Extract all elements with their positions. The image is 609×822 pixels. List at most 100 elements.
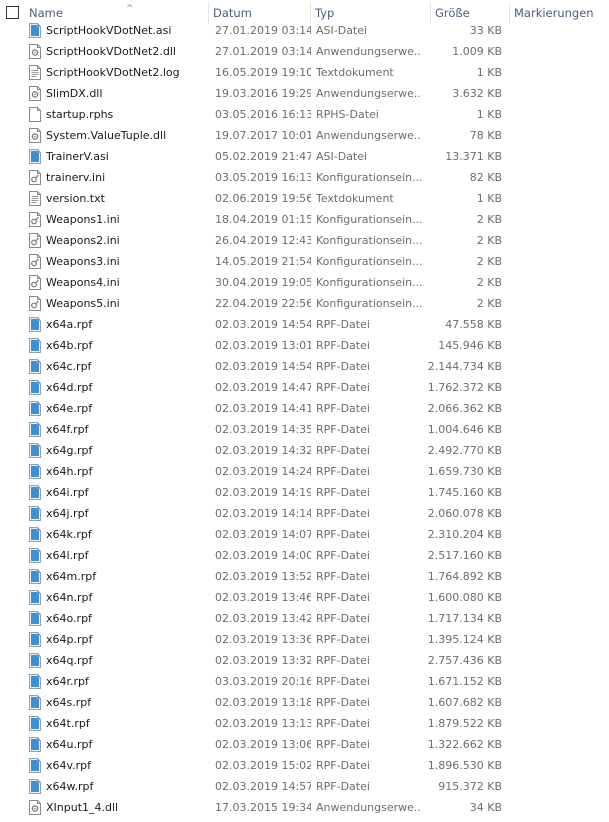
file-name: x64f.rpf	[46, 423, 89, 436]
file-row[interactable]: ScriptHookVDotNet2.log 16.05.2019 19:10 Te…	[0, 62, 609, 83]
file-row[interactable]: trainerv.ini 03.05.2019 16:13 Konfiguratio…	[0, 167, 609, 188]
column-type-label: Typ	[315, 6, 335, 20]
file-name: x64k.rpf	[46, 528, 92, 541]
file-name: ScriptHookVDotNet2.log	[46, 66, 180, 79]
file-row[interactable]: x64w.rpf 02.03.2019 14:57 RPF-Datei 915.372…	[0, 776, 609, 797]
file-row[interactable]: Weapons4.ini 30.04.2019 19:05 Konfiguratio…	[0, 272, 609, 293]
file-row[interactable]: SlimDX.dll 19.03.2016 19:29 Anwendungserwe…	[0, 83, 609, 104]
file-row[interactable]: x64l.rpf 02.03.2019 14:00 RPF-Datei 2.517.1…	[0, 545, 609, 566]
column-name-label: Name	[29, 6, 63, 20]
file-row[interactable]: x64h.rpf 02.03.2019 14:24 RPF-Datei 1.659.7…	[0, 461, 609, 482]
file-row[interactable]: x64e.rpf 02.03.2019 14:41 RPF-Datei 2.066.3…	[0, 398, 609, 419]
file-type: RPF-Datei	[316, 381, 370, 394]
file-type: Anwendungserwe...	[316, 45, 422, 58]
blue-file-icon	[29, 527, 41, 542]
file-size: 82 KB	[469, 171, 502, 184]
file-row[interactable]: ScriptHookVDotNet.asi 27.01.2019 03:14 ASI…	[0, 20, 609, 41]
file-type: RPF-Datei	[316, 738, 370, 751]
file-type: RPF-Datei	[316, 465, 370, 478]
file-row[interactable]: x64m.rpf 02.03.2019 13:52 RPF-Datei 1.764.8…	[0, 566, 609, 587]
file-size: 34 KB	[469, 801, 502, 814]
file-type: Konfigurationsein...	[316, 213, 422, 226]
file-date: 02.03.2019 13:46	[215, 591, 311, 604]
file-row[interactable]: x64f.rpf 02.03.2019 14:35 RPF-Datei 1.004.6…	[0, 419, 609, 440]
file-date: 02.03.2019 14:35	[215, 423, 311, 436]
file-row[interactable]: x64p.rpf 02.03.2019 13:36 RPF-Datei 1.395.1…	[0, 629, 609, 650]
file-type: RPF-Datei	[316, 318, 370, 331]
file-name: startup.rphs	[46, 108, 114, 121]
file-name: Weapons4.ini	[46, 276, 120, 289]
file-row[interactable]: TrainerV.asi 05.02.2019 21:47 ASI-Datei 13.…	[0, 146, 609, 167]
file-name: x64u.rpf	[46, 738, 93, 751]
file-row[interactable]: x64s.rpf 02.03.2019 13:18 RPF-Datei 1.607.6…	[0, 692, 609, 713]
file-type: RPF-Datei	[316, 507, 370, 520]
file-row[interactable]: x64t.rpf 02.03.2019 13:13 RPF-Datei 1.879.5…	[0, 713, 609, 734]
file-name: x64h.rpf	[46, 465, 93, 478]
file-date: 02.03.2019 14:32	[215, 444, 311, 457]
file-row[interactable]: x64d.rpf 02.03.2019 14:47 RPF-Datei 1.762.3…	[0, 377, 609, 398]
file-name: Weapons1.ini	[46, 213, 120, 226]
blue-file-icon	[29, 317, 41, 332]
file-type: Konfigurationsein...	[316, 255, 422, 268]
file-name: x64v.rpf	[46, 759, 92, 772]
blue-file-icon	[29, 359, 41, 374]
file-row[interactable]: x64r.rpf 03.03.2019 20:16 RPF-Datei 1.671.1…	[0, 671, 609, 692]
file-size: 2 KB	[476, 276, 502, 289]
file-row[interactable]: System.ValueTuple.dll 19.07.2017 10:01 Anw…	[0, 125, 609, 146]
file-type: RPF-Datei	[316, 780, 370, 793]
file-date: 02.03.2019 14:54	[215, 360, 311, 373]
file-row[interactable]: x64g.rpf 02.03.2019 14:32 RPF-Datei 2.492.7…	[0, 440, 609, 461]
gear-file-icon	[29, 800, 41, 815]
file-row[interactable]: Weapons2.ini 26.04.2019 12:43 Konfiguratio…	[0, 230, 609, 251]
file-type: RPF-Datei	[316, 339, 370, 352]
blue-file-icon	[29, 716, 41, 731]
file-row[interactable]: ScriptHookVDotNet2.dll 27.01.2019 03:14 An…	[0, 41, 609, 62]
file-size: 1.762.372 KB	[427, 381, 502, 394]
file-type: RPF-Datei	[316, 759, 370, 772]
file-date: 02.03.2019 13:18	[215, 696, 311, 709]
file-date: 02.03.2019 14:47	[215, 381, 311, 394]
select-all-checkbox[interactable]	[6, 6, 19, 19]
config-file-icon	[29, 212, 41, 227]
blue-file-icon	[29, 653, 41, 668]
blue-file-icon	[29, 758, 41, 773]
file-row[interactable]: x64i.rpf 02.03.2019 14:19 RPF-Datei 1.745.1…	[0, 482, 609, 503]
gear-file-icon	[29, 44, 41, 59]
file-row[interactable]: Weapons5.ini 22.04.2019 22:56 Konfiguratio…	[0, 293, 609, 314]
file-row[interactable]: x64k.rpf 02.03.2019 14:07 RPF-Datei 2.310.2…	[0, 524, 609, 545]
file-size: 1.717.134 KB	[427, 612, 502, 625]
file-size: 2 KB	[476, 297, 502, 310]
file-row[interactable]: version.txt 02.06.2019 19:56 Textdokument 1…	[0, 188, 609, 209]
file-row[interactable]: x64b.rpf 02.03.2019 13:01 RPF-Datei 145.946…	[0, 335, 609, 356]
file-type: ASI-Datei	[316, 150, 368, 163]
file-name: x64r.rpf	[46, 675, 89, 688]
file-row[interactable]: startup.rphs 03.05.2016 16:13 RPHS-Datei 1 …	[0, 104, 609, 125]
file-row[interactable]: x64o.rpf 02.03.2019 13:42 RPF-Datei 1.717.1…	[0, 608, 609, 629]
file-date: 18.04.2019 01:15	[215, 213, 311, 226]
file-row[interactable]: x64n.rpf 02.03.2019 13:46 RPF-Datei 1.600.0…	[0, 587, 609, 608]
file-row[interactable]: Weapons3.ini 14.05.2019 21:54 Konfiguratio…	[0, 251, 609, 272]
file-type: RPF-Datei	[316, 402, 370, 415]
file-size: 1.745.160 KB	[427, 486, 502, 499]
file-type: RPF-Datei	[316, 570, 370, 583]
file-date: 19.07.2017 10:01	[215, 129, 311, 142]
file-type: Textdokument	[316, 66, 394, 79]
blue-file-icon	[29, 695, 41, 710]
file-date: 03.03.2019 20:16	[215, 675, 311, 688]
file-row[interactable]: XInput1_4.dll 17.03.2015 19:34 Anwendungse…	[0, 797, 609, 818]
file-row[interactable]: x64a.rpf 02.03.2019 14:54 RPF-Datei 47.558 …	[0, 314, 609, 335]
sort-ascending-icon: ^	[126, 4, 134, 14]
file-date: 02.03.2019 14:07	[215, 528, 311, 541]
file-type: RPF-Datei	[316, 591, 370, 604]
file-row[interactable]: x64q.rpf 02.03.2019 13:32 RPF-Datei 2.757.4…	[0, 650, 609, 671]
file-row[interactable]: x64j.rpf 02.03.2019 14:14 RPF-Datei 2.060.0…	[0, 503, 609, 524]
blue-file-icon	[29, 737, 41, 752]
file-row[interactable]: x64c.rpf 02.03.2019 14:54 RPF-Datei 2.144.7…	[0, 356, 609, 377]
file-row[interactable]: Weapons1.ini 18.04.2019 01:15 Konfiguratio…	[0, 209, 609, 230]
file-size: 1.395.124 KB	[427, 633, 502, 646]
blue-file-icon	[29, 632, 41, 647]
file-row[interactable]: x64v.rpf 02.03.2019 15:02 RPF-Datei 1.896.5…	[0, 755, 609, 776]
file-type: Konfigurationsein...	[316, 234, 422, 247]
file-row[interactable]: x64u.rpf 02.03.2019 13:06 RPF-Datei 1.322.6…	[0, 734, 609, 755]
file-size: 2 KB	[476, 255, 502, 268]
